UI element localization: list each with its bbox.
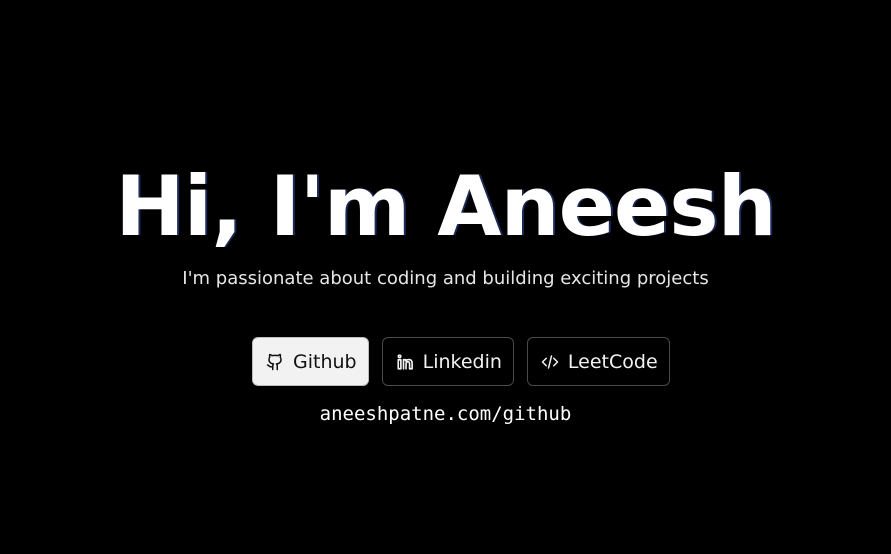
page-title: Hi, I'm Aneesh: [115, 158, 776, 255]
linkedin-button[interactable]: Linkedin: [381, 337, 514, 386]
github-icon: [266, 353, 284, 371]
page-subtitle: I'm passionate about coding and building…: [182, 268, 709, 289]
linkedin-button-label: Linkedin: [422, 350, 502, 373]
github-button-label: Github: [293, 350, 357, 373]
leetcode-button-label: LeetCode: [567, 350, 658, 373]
linkedin-icon: [396, 353, 414, 371]
social-links: Github Linkedin LeetCode: [252, 337, 670, 386]
github-button[interactable]: Github: [252, 337, 369, 386]
leetcode-button[interactable]: LeetCode: [526, 337, 670, 386]
hero-section: Hi, I'm Aneesh I'm passionate about codi…: [0, 0, 891, 554]
url-text: aneeshpatne.com/github: [319, 403, 572, 425]
code-icon: [541, 353, 559, 371]
